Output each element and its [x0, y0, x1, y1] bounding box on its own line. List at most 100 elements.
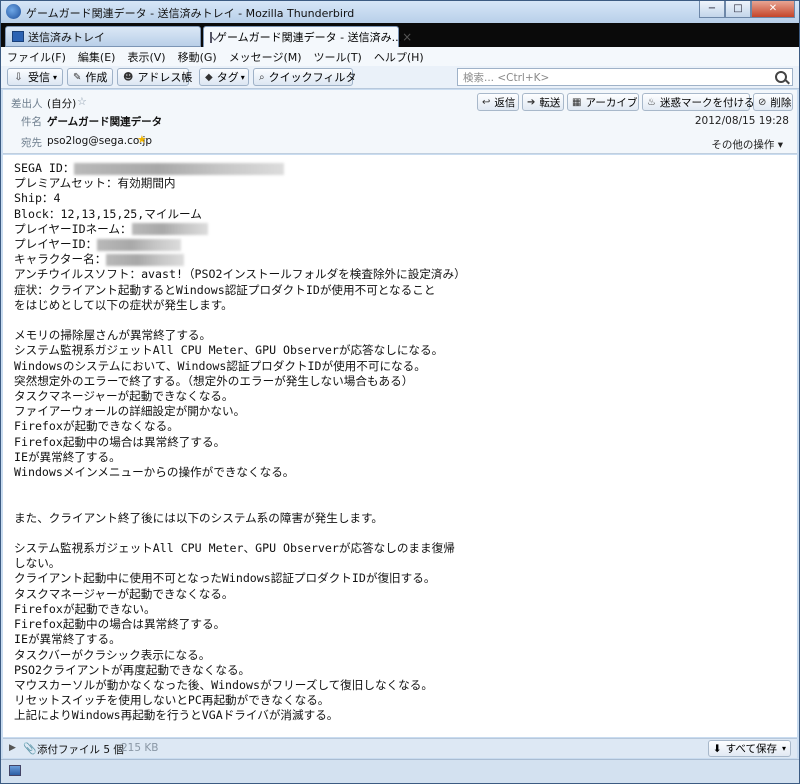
menu-bar: ファイル(F) 編集(E) 表示(V) 移動(G) メッセージ(M) ツール(T…: [1, 47, 799, 66]
maximize-button[interactable]: □: [725, 1, 751, 18]
body-line: システム監視系ガジェットAll CPU Meter、GPU Observerが応…: [14, 541, 455, 556]
status-icon[interactable]: [9, 765, 21, 776]
search-placeholder: 検索... <Ctrl+K>: [463, 71, 550, 84]
menu-edit[interactable]: 編集(E): [78, 49, 116, 65]
body-line: タスクマネージャーが起動できなくなる。: [14, 586, 234, 601]
tab-sent-folder[interactable]: 送信済みトレイ: [5, 26, 201, 47]
from-value[interactable]: (自分): [47, 96, 76, 111]
menu-go[interactable]: 移動(G): [178, 49, 217, 65]
forward-label: 転送: [539, 96, 561, 109]
attachment-size: 215 KB: [121, 742, 159, 754]
expand-twisty-icon[interactable]: ▶: [9, 743, 16, 753]
body-line: タスクマネージャーが起動できなくなる。: [14, 389, 234, 404]
addressbook-button[interactable]: ☻ アドレス帳: [117, 68, 192, 86]
forward-icon: ➔: [527, 96, 536, 108]
star-icon[interactable]: ★: [137, 133, 147, 146]
menu-help[interactable]: ヘルプ(H): [374, 49, 424, 65]
subject-label: 件名: [21, 116, 42, 128]
other-actions-label: その他の操作: [711, 139, 775, 151]
redacted-block: [97, 238, 182, 251]
body-line: Firefoxが起動できない。: [14, 601, 156, 616]
body-line: IEが異常終了する。: [14, 632, 121, 647]
forward-button[interactable]: ➔ 転送: [522, 93, 564, 111]
body-line: PSO2クライアントが再度起動できなくなる。: [14, 662, 251, 677]
subject-value: ゲームガード関連データ: [47, 116, 163, 128]
chevron-down-icon[interactable]: ▾: [782, 744, 786, 753]
junk-button[interactable]: ♨ 迷惑マークを付ける: [642, 93, 754, 111]
menu-message[interactable]: メッセージ(M): [229, 49, 302, 65]
attachment-count[interactable]: 添付ファイル 5 個: [37, 742, 124, 757]
to-label: 宛先: [21, 137, 42, 149]
body-line: Firefoxが起動できなくなる。: [14, 419, 179, 434]
body-line: タスクバーがクラシック表示になる。: [14, 647, 211, 662]
status-bar: [1, 759, 799, 783]
search-input[interactable]: 検索... <Ctrl+K>: [457, 68, 793, 86]
delete-button[interactable]: ⊘ 削除: [753, 93, 793, 111]
archive-label: アーカイブ: [585, 96, 638, 109]
body-line: メモリの掃除屋さんが異常終了する。: [14, 328, 212, 343]
tag-icon: ◆: [205, 71, 213, 83]
minimize-button[interactable]: −: [699, 1, 725, 18]
message-text: SEGA ID： プレミアムセット：有効期間内 Ship：4 Block：12,…: [14, 161, 466, 724]
tag-button[interactable]: ◆ タグ ▾: [199, 68, 249, 86]
body-line: しない。: [14, 556, 61, 571]
tab-close-icon[interactable]: ×: [402, 30, 412, 44]
body-line: プレイヤーIDネーム：: [14, 221, 132, 236]
menu-tools[interactable]: ツール(T): [314, 49, 362, 65]
redacted-block: [106, 253, 185, 266]
archive-button[interactable]: ▦ アーカイブ: [567, 93, 639, 111]
app-icon: [6, 4, 21, 19]
title-bar: ゲームガード関連データ - 送信済みトレイ - Mozilla Thunderb…: [1, 1, 799, 23]
quickfilter-label: クイックフィルタ: [268, 71, 357, 84]
filter-icon: ⌕: [259, 71, 265, 83]
tag-label: タグ: [216, 71, 239, 84]
tab-message[interactable]: ゲームガード関連データ - 送信済み... ×: [203, 26, 412, 47]
save-icon: ⬇: [712, 742, 722, 755]
chevron-down-icon: ▾: [240, 72, 245, 82]
body-line: システム監視系ガジェットAll CPU Meter、GPU Observerが応…: [14, 343, 444, 358]
tab-strip: 送信済みトレイ ゲームガード関連データ - 送信済み... ×: [1, 23, 799, 47]
from-label: 差出人: [11, 98, 43, 110]
window-title: ゲームガード関連データ - 送信済みトレイ - Mozilla Thunderb…: [26, 7, 355, 20]
menu-view[interactable]: 表示(V): [127, 49, 165, 65]
menu-file[interactable]: ファイル(F): [7, 49, 66, 65]
body-line: ファイアーウォールの詳細設定が開かない。: [14, 404, 246, 419]
body-line: プレイヤーID：: [14, 237, 98, 252]
reply-button[interactable]: ↩ 返信: [477, 93, 519, 111]
chevron-down-icon: ▾: [777, 139, 783, 151]
contacts-icon: ☻: [123, 71, 134, 83]
delete-icon: ⊘: [758, 96, 767, 108]
star-icon[interactable]: ☆: [77, 95, 87, 108]
save-all-label: すべて保存: [725, 743, 777, 755]
receive-label: 受信: [28, 71, 50, 84]
body-line: Block：12,13,15,25,マイルーム: [14, 206, 202, 221]
folder-icon: [12, 31, 24, 42]
chevron-down-icon[interactable]: ▾: [53, 73, 57, 82]
download-icon: ⇩: [14, 71, 23, 83]
close-button[interactable]: ✕: [751, 1, 795, 18]
body-line: SEGA ID：: [14, 161, 75, 175]
redacted-block: [74, 162, 285, 175]
receive-button[interactable]: ⇩ 受信 ▾: [7, 68, 63, 86]
body-line: 突然想定外のエラーで終了する。（想定外のエラーが発生しない場合もある）: [14, 373, 414, 388]
body-line: Firefox起動中の場合は異常終了する。: [14, 434, 226, 449]
search-icon[interactable]: [775, 71, 787, 83]
other-actions-menu[interactable]: その他の操作 ▾: [711, 137, 783, 152]
body-line: リセットスイッチを使用しないとPC再起動ができなくなる。: [14, 693, 330, 708]
message-body: SEGA ID： プレミアムセット：有効期間内 Ship：4 Block：12,…: [3, 155, 797, 737]
body-line: Ship：4: [14, 191, 61, 206]
body-line: Windowsのシステムにおいて、Windows認証プロダクトIDが使用不可にな…: [14, 358, 426, 373]
body-line: クライアント起動中に使用不可となったWindows認証プロダクトIDが復旧する。: [14, 571, 436, 586]
reply-label: 返信: [494, 96, 516, 109]
tab-label: 送信済みトレイ: [28, 30, 105, 44]
compose-label: 作成: [85, 71, 108, 84]
save-all-button[interactable]: ⬇ すべて保存 ▾: [707, 740, 791, 757]
body-line: アンチウイルスソフト：avast!（PSO2インストールフォルダを検査除外に設定…: [14, 267, 466, 282]
mail-icon: [210, 31, 212, 43]
archive-icon: ▦: [572, 96, 582, 108]
quickfilter-button[interactable]: ⌕ クイックフィルタ: [253, 68, 356, 86]
body-line: また、クライアント終了後には以下のシステム系の障害が発生します。: [14, 510, 384, 525]
compose-button[interactable]: ✎ 作成: [67, 68, 113, 86]
attachment-bar: ▶ 📎 添付ファイル 5 個 215 KB ⬇ すべて保存 ▾: [3, 738, 797, 758]
body-line: キャラクター名：: [14, 252, 107, 267]
